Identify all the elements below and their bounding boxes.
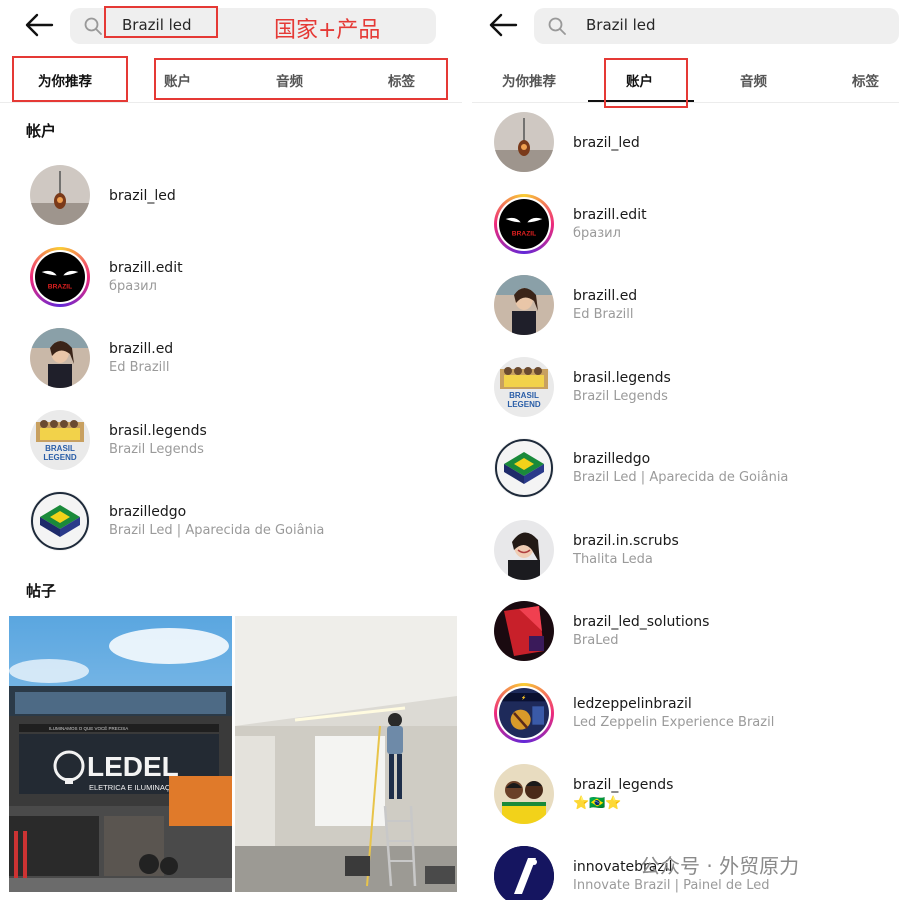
search-input[interactable]: Brazil led [586, 16, 656, 34]
account-fullname: бразил [109, 278, 157, 294]
tab-accounts[interactable]: 账户 [164, 70, 191, 90]
account-fullname: Brazil Legends [573, 388, 668, 404]
account-fullname: Ed Brazill [109, 360, 170, 375]
account-row[interactable]: BRAZIL brazill.edit бразил [462, 193, 899, 264]
brasil-avatar-bottom: LEGEND [43, 453, 77, 462]
account-username: brazil.in.scrubs [573, 532, 679, 549]
brasil-avatar-bottom: LEGEND [507, 400, 541, 409]
edit-avatar-text: BRAZIL [48, 283, 72, 290]
account-username: brazill.ed [109, 341, 174, 357]
avatar[interactable] [494, 275, 554, 335]
storefront-sign-text: LEDEL [87, 751, 179, 782]
avatar[interactable]: BRAZIL [30, 246, 90, 307]
edit-avatar-text: BRAZIL [512, 230, 536, 237]
account-row[interactable]: ⚡ ledzeppelinbrazil Led Zeppelin Experienc… [462, 682, 899, 753]
account-fullname: Innovate Brazil | Painel de Led [573, 877, 770, 893]
account-username: brazilledgo [109, 504, 187, 520]
avatar[interactable] [494, 764, 554, 824]
account-username: brazil_led [573, 135, 640, 151]
account-fullname: Brazil Led | Aparecida de Goiânia [573, 470, 789, 485]
tab-accounts[interactable]: 账户 [626, 70, 653, 90]
back-arrow-icon[interactable] [24, 12, 54, 38]
avatar[interactable] [494, 519, 554, 580]
avatar[interactable] [494, 601, 554, 661]
account-username: brazil_legends [573, 777, 674, 793]
post-storefront[interactable]: LEDEL ELETRICA E ILUMINAÇÃO ILUMINAMOS O… [9, 616, 232, 892]
search-bar[interactable]: Brazil led [534, 8, 899, 44]
account-fullname: BraLed [573, 633, 619, 648]
search-input[interactable]: Brazil led [122, 16, 192, 34]
right-panel: Brazil led 为你推荐 账户 音频 标签 brazil_led BRAZI… [462, 0, 899, 900]
brasil-avatar-top: BRASIL [45, 444, 75, 453]
account-row[interactable]: brazil_led_solutions BraLed [462, 601, 899, 671]
tab-divider [0, 102, 462, 103]
annotation-label: 国家+产品 [274, 18, 381, 43]
account-row[interactable]: BRASIL LEGEND brasil.legends Brazil Legends [0, 409, 462, 480]
avatar[interactable] [494, 112, 554, 172]
account-row[interactable]: brazil_legends ⭐🇧🇷⭐ [462, 764, 899, 834]
account-row[interactable]: brazill.ed Ed Brazill [0, 328, 462, 398]
account-row[interactable]: brazil_led [462, 112, 899, 182]
watermark: 公众号 · 外贸原力 [640, 854, 800, 878]
avatar[interactable] [30, 491, 90, 551]
account-row[interactable]: brazilledgo Brazil Led | Aparecida de Goi… [462, 438, 899, 508]
search-bar[interactable]: Brazil led [70, 8, 436, 44]
brasil-avatar-top: BRASIL [509, 391, 539, 400]
tab-tags[interactable]: 标签 [388, 70, 415, 90]
avatar[interactable] [30, 165, 90, 225]
search-icon [548, 17, 566, 35]
account-row[interactable]: brazill.ed Ed Brazill [462, 275, 899, 345]
account-row[interactable]: brazil_led [0, 165, 462, 235]
tab-audio[interactable]: 音频 [276, 70, 303, 90]
account-username: brazilledgo [573, 451, 651, 467]
account-username: brasil.legends [573, 369, 671, 386]
avatar[interactable]: BRAZIL [494, 193, 554, 254]
account-row[interactable]: BRAZIL brazill.edit бразил [0, 246, 462, 317]
account-username: brazill.edit [573, 206, 647, 223]
avatar[interactable] [30, 328, 90, 388]
back-arrow-icon[interactable] [488, 12, 518, 38]
avatar[interactable] [494, 438, 554, 498]
avatar[interactable]: BRASIL LEGEND [30, 409, 90, 470]
account-row[interactable]: brazil.in.scrubs Thalita Leda [462, 519, 899, 590]
avatar[interactable]: BRASIL LEGEND [494, 356, 554, 417]
left-panel: Brazil led 国家+产品 为你推荐 账户 音频 标签 帐户 brazil… [0, 0, 462, 900]
account-row[interactable]: brazilledgo Brazil Led | Aparecida de Goi… [0, 491, 462, 561]
accounts-heading: 帐户 [26, 122, 57, 140]
avatar[interactable]: ⚡ [494, 682, 554, 743]
account-fullname: бразил [573, 225, 621, 241]
search-icon [84, 17, 102, 35]
tab-tags[interactable]: 标签 [852, 70, 879, 90]
storefront-sign-top: ILUMINAMOS O QUE VOCÊ PRECISA [49, 724, 128, 731]
avatar[interactable] [494, 845, 554, 900]
tab-divider [472, 102, 899, 103]
storefront-sign-sub: ELETRICA E ILUMINAÇÃO [89, 783, 181, 792]
account-username: brazill.edit [109, 259, 183, 276]
account-username: brasil.legends [109, 422, 207, 439]
account-fullname: Ed Brazill [573, 307, 634, 322]
account-fullname: Thalita Leda [573, 551, 653, 567]
tab-for-you[interactable]: 为你推荐 [502, 70, 556, 90]
account-fullname: Led Zeppelin Experience Brazil [573, 714, 775, 730]
account-fullname: Brazil Led | Aparecida de Goiânia [109, 523, 325, 538]
active-tab-underline [588, 100, 694, 102]
account-username: brazil_led [109, 188, 176, 204]
account-username: brazill.ed [573, 288, 638, 304]
account-username: ledzeppelinbrazil [573, 695, 692, 712]
account-username: brazil_led_solutions [573, 614, 710, 630]
account-fullname: ⭐🇧🇷⭐ [573, 796, 622, 811]
account-fullname: Brazil Legends [109, 441, 204, 457]
tab-for-you[interactable]: 为你推荐 [38, 70, 92, 90]
post-ceiling-install[interactable] [235, 616, 457, 892]
posts-heading: 帖子 [26, 582, 57, 600]
tab-audio[interactable]: 音频 [740, 70, 767, 90]
account-row[interactable]: BRASIL LEGEND brasil.legends Brazil Legends [462, 356, 899, 427]
